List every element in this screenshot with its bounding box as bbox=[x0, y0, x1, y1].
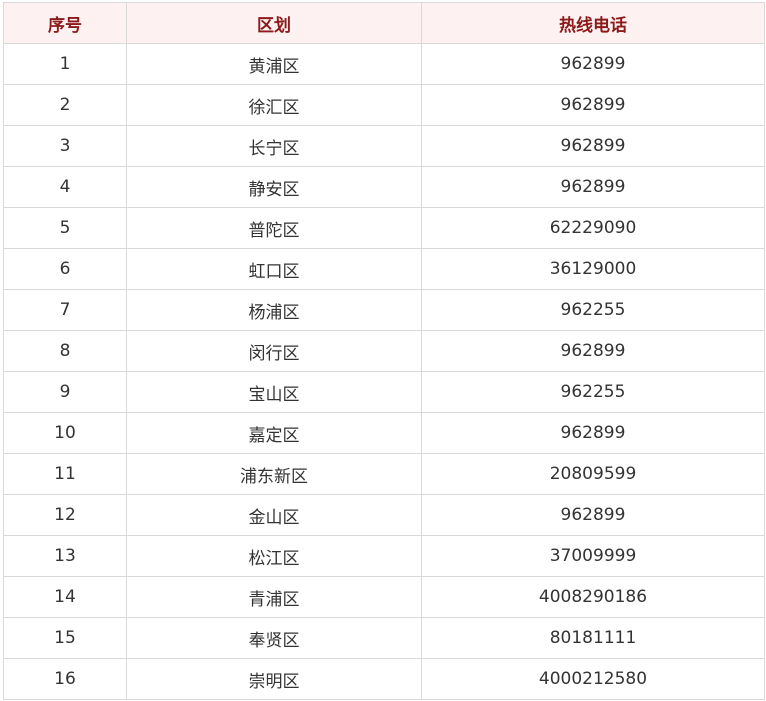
cell-hotline: 962899 bbox=[421, 494, 765, 536]
table-row: 10 嘉定区 962899 bbox=[3, 412, 765, 454]
cell-index: 5 bbox=[3, 207, 127, 249]
cell-district: 闵行区 bbox=[126, 330, 422, 372]
table-row: 12 金山区 962899 bbox=[3, 494, 765, 536]
cell-index: 2 bbox=[3, 84, 127, 126]
cell-hotline: 37009999 bbox=[421, 535, 765, 577]
cell-district: 金山区 bbox=[126, 494, 422, 536]
table-row: 8 闵行区 962899 bbox=[3, 330, 765, 372]
cell-district: 普陀区 bbox=[126, 207, 422, 249]
cell-hotline: 962899 bbox=[421, 125, 765, 167]
cell-district: 青浦区 bbox=[126, 576, 422, 618]
header-district: 区划 bbox=[126, 2, 422, 44]
table-row: 7 杨浦区 962255 bbox=[3, 289, 765, 331]
table-row: 9 宝山区 962255 bbox=[3, 371, 765, 413]
cell-district: 浦东新区 bbox=[126, 453, 422, 495]
table-row: 2 徐汇区 962899 bbox=[3, 84, 765, 126]
cell-district: 徐汇区 bbox=[126, 84, 422, 126]
table-row: 3 长宁区 962899 bbox=[3, 125, 765, 167]
cell-hotline: 80181111 bbox=[421, 617, 765, 659]
cell-index: 4 bbox=[3, 166, 127, 208]
cell-hotline: 20809599 bbox=[421, 453, 765, 495]
cell-district: 长宁区 bbox=[126, 125, 422, 167]
cell-district: 松江区 bbox=[126, 535, 422, 577]
table-row: 1 黄浦区 962899 bbox=[3, 43, 765, 85]
cell-index: 16 bbox=[3, 658, 127, 700]
cell-hotline: 962255 bbox=[421, 289, 765, 331]
table-row: 13 松江区 37009999 bbox=[3, 535, 765, 577]
hotline-table: 序号 区划 热线电话 1 黄浦区 962899 2 徐汇区 962899 3 长… bbox=[3, 2, 765, 700]
cell-index: 8 bbox=[3, 330, 127, 372]
table-body: 1 黄浦区 962899 2 徐汇区 962899 3 长宁区 962899 4… bbox=[3, 43, 765, 700]
cell-hotline: 4008290186 bbox=[421, 576, 765, 618]
table-row: 14 青浦区 4008290186 bbox=[3, 576, 765, 618]
cell-district: 黄浦区 bbox=[126, 43, 422, 85]
cell-district: 虹口区 bbox=[126, 248, 422, 290]
cell-index: 14 bbox=[3, 576, 127, 618]
header-row: 序号 区划 热线电话 bbox=[3, 2, 765, 44]
cell-index: 6 bbox=[3, 248, 127, 290]
cell-hotline: 962899 bbox=[421, 412, 765, 454]
cell-index: 10 bbox=[3, 412, 127, 454]
cell-index: 11 bbox=[3, 453, 127, 495]
hotline-table-container: 序号 区划 热线电话 1 黄浦区 962899 2 徐汇区 962899 3 长… bbox=[3, 2, 765, 700]
cell-district: 杨浦区 bbox=[126, 289, 422, 331]
cell-hotline: 36129000 bbox=[421, 248, 765, 290]
cell-hotline: 62229090 bbox=[421, 207, 765, 249]
cell-hotline: 962899 bbox=[421, 43, 765, 85]
cell-index: 7 bbox=[3, 289, 127, 331]
cell-hotline: 962255 bbox=[421, 371, 765, 413]
cell-district: 奉贤区 bbox=[126, 617, 422, 659]
cell-district: 静安区 bbox=[126, 166, 422, 208]
header-hotline: 热线电话 bbox=[421, 2, 765, 44]
cell-hotline: 4000212580 bbox=[421, 658, 765, 700]
table-row: 5 普陀区 62229090 bbox=[3, 207, 765, 249]
cell-hotline: 962899 bbox=[421, 166, 765, 208]
table-row: 6 虹口区 36129000 bbox=[3, 248, 765, 290]
cell-hotline: 962899 bbox=[421, 84, 765, 126]
cell-index: 15 bbox=[3, 617, 127, 659]
table-row: 11 浦东新区 20809599 bbox=[3, 453, 765, 495]
cell-hotline: 962899 bbox=[421, 330, 765, 372]
cell-index: 1 bbox=[3, 43, 127, 85]
cell-district: 宝山区 bbox=[126, 371, 422, 413]
header-index: 序号 bbox=[3, 2, 127, 44]
cell-index: 13 bbox=[3, 535, 127, 577]
table-header: 序号 区划 热线电话 bbox=[3, 2, 765, 44]
cell-index: 3 bbox=[3, 125, 127, 167]
table-row: 4 静安区 962899 bbox=[3, 166, 765, 208]
table-row: 15 奉贤区 80181111 bbox=[3, 617, 765, 659]
cell-district: 嘉定区 bbox=[126, 412, 422, 454]
cell-index: 9 bbox=[3, 371, 127, 413]
cell-index: 12 bbox=[3, 494, 127, 536]
cell-district: 崇明区 bbox=[126, 658, 422, 700]
table-row: 16 崇明区 4000212580 bbox=[3, 658, 765, 700]
